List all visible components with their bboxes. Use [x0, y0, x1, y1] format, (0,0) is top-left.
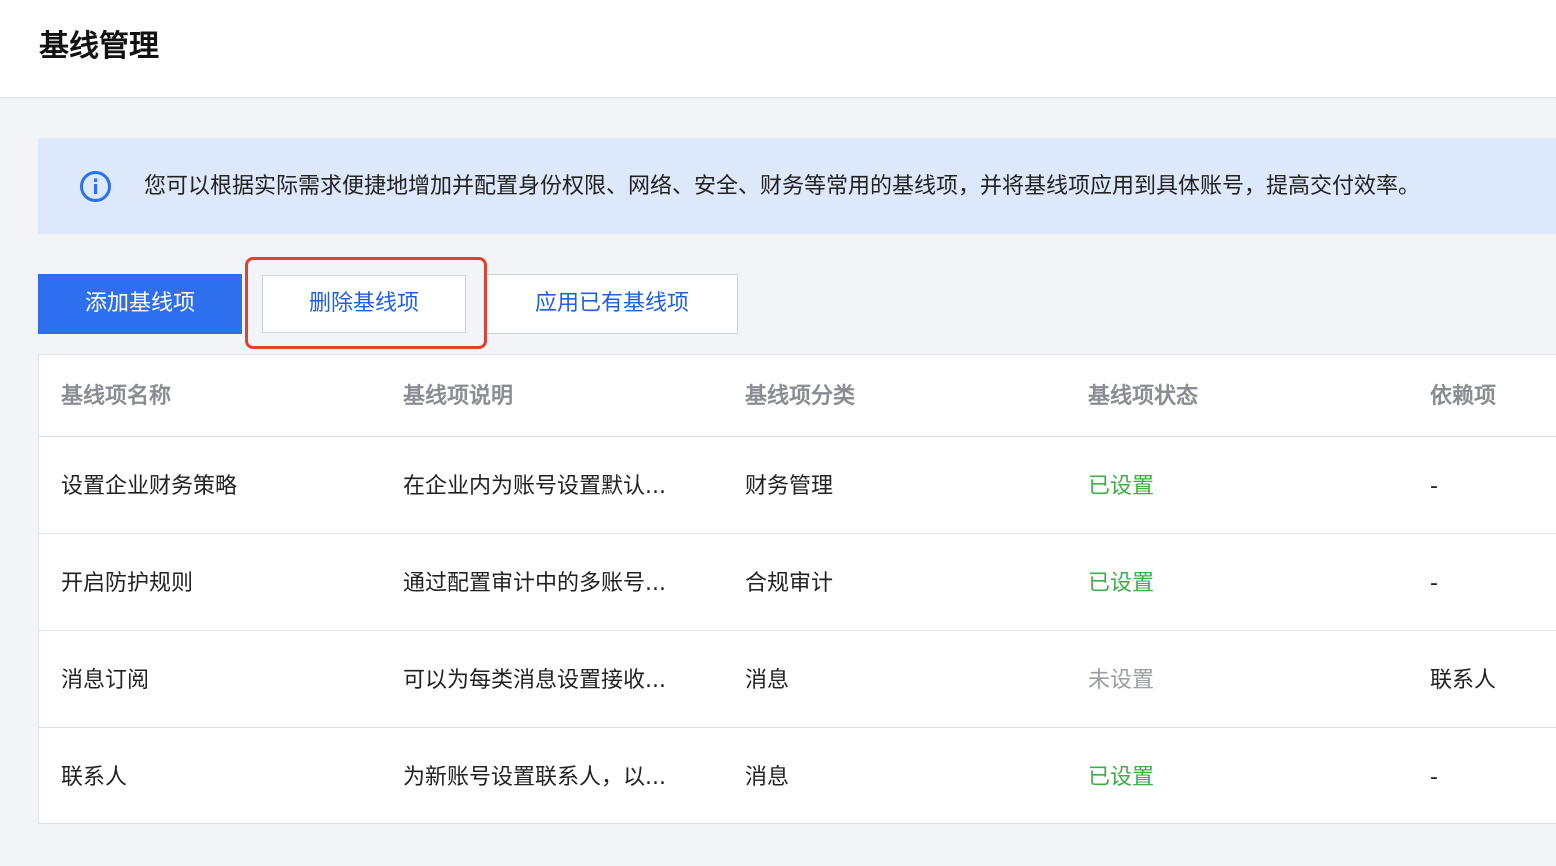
table-row[interactable]: 联系人 为新账号设置联系人，以... 消息 已设置 - — [39, 728, 1556, 825]
page-title: 基线管理 — [39, 29, 159, 64]
cell-category: 财务管理 — [745, 474, 834, 499]
cell-status: 未设置 — [1088, 668, 1155, 693]
add-baseline-button[interactable]: 添加基线项 — [38, 274, 242, 334]
apply-baseline-button[interactable]: 应用已有基线项 — [486, 274, 738, 334]
baseline-table: 基线项名称 基线项说明 基线项分类 基线项状态 依赖项 设置企业财务策略 在企业… — [38, 354, 1556, 824]
cell-name: 消息订阅 — [61, 668, 150, 693]
cell-description: 在企业内为账号设置默认... — [403, 474, 666, 499]
column-header-description: 基线项说明 — [403, 384, 514, 409]
table-row[interactable]: 开启防护规则 通过配置审计中的多账号... 合规审计 已设置 - — [39, 534, 1556, 631]
cell-description: 可以为每类消息设置接收... — [403, 668, 666, 693]
table-row[interactable]: 设置企业财务策略 在企业内为账号设置默认... 财务管理 已设置 - — [39, 437, 1556, 534]
cell-status: 已设置 — [1088, 571, 1155, 596]
cell-dependency: - — [1430, 474, 1438, 499]
cell-category: 合规审计 — [745, 571, 834, 596]
cell-category: 消息 — [745, 765, 790, 790]
table-header: 基线项名称 基线项说明 基线项分类 基线项状态 依赖项 — [39, 355, 1556, 437]
cell-name: 开启防护规则 — [61, 571, 194, 596]
cell-name: 联系人 — [61, 765, 128, 790]
delete-baseline-button[interactable]: 删除基线项 — [262, 275, 466, 333]
cell-name: 设置企业财务策略 — [61, 474, 238, 499]
cell-dependency: 联系人 — [1430, 668, 1497, 693]
cell-description: 为新账号设置联系人，以... — [403, 765, 666, 790]
cell-status: 已设置 — [1088, 474, 1155, 499]
notice-text: 您可以根据实际需求便捷地增加并配置身份权限、网络、安全、财务等常用的基线项，并将… — [144, 174, 1421, 199]
column-header-name: 基线项名称 — [61, 384, 172, 409]
cell-description: 通过配置审计中的多账号... — [403, 571, 666, 596]
cell-category: 消息 — [745, 668, 790, 693]
column-header-status: 基线项状态 — [1088, 384, 1199, 409]
cell-dependency: - — [1430, 571, 1438, 596]
info-icon — [80, 171, 111, 202]
column-header-category: 基线项分类 — [745, 384, 856, 409]
cell-status: 已设置 — [1088, 765, 1155, 790]
table-row[interactable]: 消息订阅 可以为每类消息设置接收... 消息 未设置 联系人 — [39, 631, 1556, 728]
column-header-dependency: 依赖项 — [1430, 384, 1497, 409]
cell-dependency: - — [1430, 765, 1438, 790]
page-header: 基线管理 — [0, 0, 1556, 98]
